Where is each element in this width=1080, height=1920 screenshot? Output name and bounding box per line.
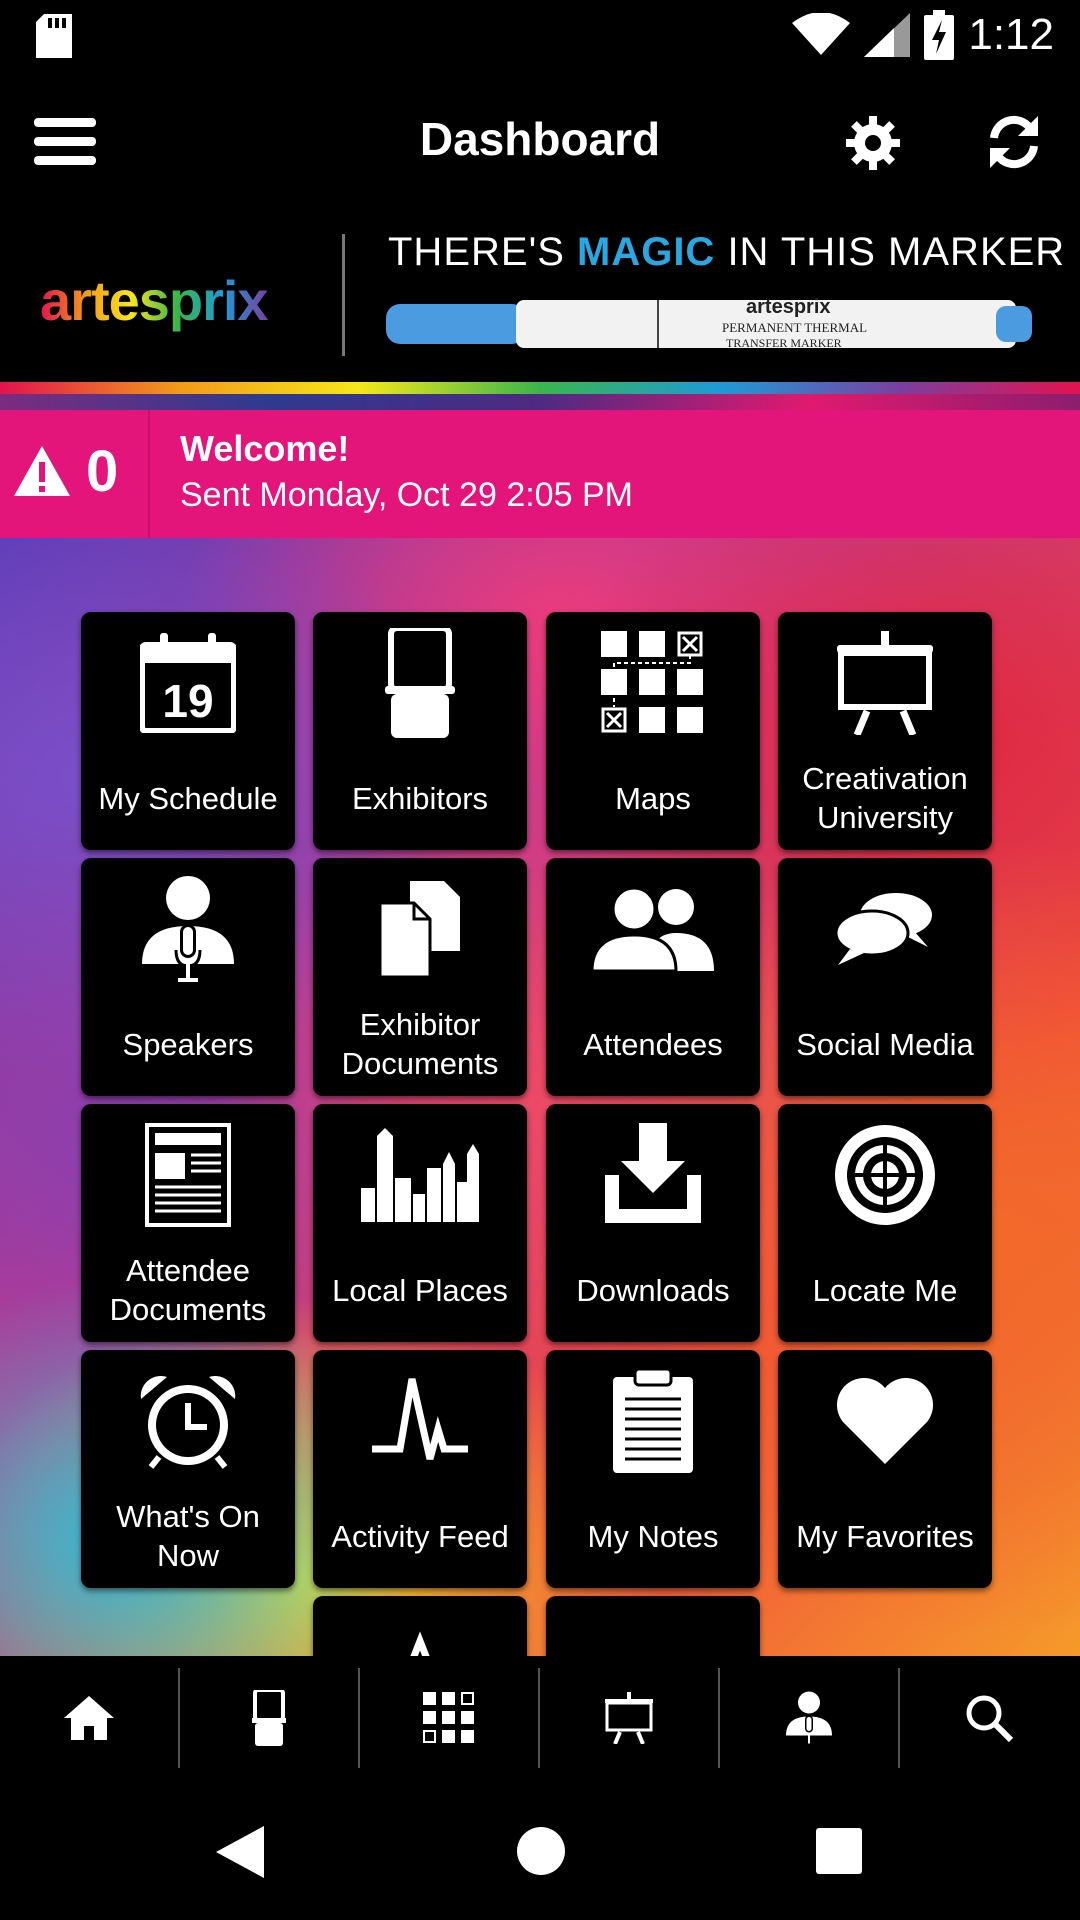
marker-line2: TRANSFER MARKER bbox=[726, 336, 842, 350]
tile-partial-2[interactable] bbox=[546, 1596, 760, 1656]
page-title: Dashboard bbox=[419, 113, 661, 165]
tile-maps[interactable]: Maps bbox=[546, 612, 760, 850]
tile-exhibitor-documents[interactable]: Exhibitor Documents bbox=[313, 858, 527, 1096]
tile-label: My Notes bbox=[587, 1518, 719, 1554]
partial-icon bbox=[410, 1631, 430, 1656]
booth-icon bbox=[385, 628, 455, 738]
alarm-clock-icon bbox=[140, 1376, 236, 1469]
tile-attendee-documents[interactable]: Attendee Documents bbox=[81, 1104, 295, 1342]
speaker-mic-icon bbox=[142, 876, 234, 982]
calendar-day: 19 bbox=[162, 675, 213, 727]
clipboard-icon bbox=[613, 1369, 693, 1473]
back-icon[interactable] bbox=[216, 1826, 264, 1878]
refresh-icon[interactable] bbox=[986, 114, 1042, 170]
tile-creativation-university[interactable]: Creativation University bbox=[778, 612, 992, 850]
tile-label: Exhibitors bbox=[351, 780, 489, 816]
partial-icon bbox=[605, 1619, 701, 1656]
tile-whats-on-now[interactable]: What's On Now bbox=[81, 1350, 295, 1588]
tile-label: What's On Now bbox=[116, 1499, 260, 1573]
marker-line1: PERMANENT THERMAL bbox=[722, 320, 868, 335]
system-nav-bar bbox=[0, 1780, 1080, 1920]
tile-label: Creativation University bbox=[802, 761, 968, 835]
signal-icon bbox=[864, 13, 911, 57]
easel-icon bbox=[605, 1692, 653, 1744]
nav-exhibitors[interactable] bbox=[180, 1656, 358, 1780]
marker-brand: artesprix bbox=[746, 296, 831, 318]
tile-attendees[interactable]: Attendees bbox=[546, 858, 760, 1096]
tile-label: Social Media bbox=[796, 1026, 974, 1062]
tile-label: Locate Me bbox=[812, 1272, 958, 1308]
map-grid-icon bbox=[601, 631, 703, 733]
tile-locate-me[interactable]: Locate Me bbox=[778, 1104, 992, 1342]
heart-icon bbox=[837, 1378, 933, 1464]
nav-university[interactable] bbox=[540, 1656, 718, 1780]
notification-banner[interactable]: 0 Welcome! Sent Monday, Oct 29 2:05 PM bbox=[0, 410, 1080, 538]
tile-exhibitors[interactable]: Exhibitors bbox=[313, 612, 527, 850]
home-circle-icon[interactable] bbox=[516, 1826, 566, 1876]
alert-subtitle: Sent Monday, Oct 29 2:05 PM bbox=[180, 476, 633, 514]
chat-bubbles-icon bbox=[836, 893, 932, 965]
home-icon bbox=[64, 1696, 114, 1740]
tile-label: Attendees bbox=[583, 1026, 723, 1062]
tile-label: Speakers bbox=[122, 1026, 254, 1062]
easel-icon bbox=[837, 631, 933, 735]
tile-my-favorites[interactable]: My Favorites bbox=[778, 1350, 992, 1588]
gear-icon[interactable] bbox=[846, 116, 900, 170]
pulse-icon bbox=[372, 1378, 468, 1460]
speaker-mic-icon bbox=[786, 1691, 832, 1744]
color-strip bbox=[0, 394, 1080, 410]
tile-my-schedule[interactable]: 19 My Schedule bbox=[81, 612, 295, 850]
wifi-icon bbox=[792, 13, 851, 55]
calendar-icon: 19 bbox=[140, 633, 236, 733]
nav-maps[interactable] bbox=[360, 1656, 538, 1780]
tile-partial-1[interactable] bbox=[313, 1596, 527, 1656]
battery-charging-icon bbox=[924, 10, 955, 60]
download-icon bbox=[605, 1123, 701, 1223]
nav-speakers[interactable] bbox=[720, 1656, 898, 1780]
warning-icon bbox=[14, 446, 70, 496]
banner-divider bbox=[342, 234, 345, 356]
booth-icon bbox=[252, 1690, 286, 1746]
tile-social-media[interactable]: Social Media bbox=[778, 858, 992, 1096]
tile-activity-feed[interactable]: Activity Feed bbox=[313, 1350, 527, 1588]
bottom-nav bbox=[0, 1656, 1080, 1780]
nav-search[interactable] bbox=[900, 1656, 1078, 1780]
alert-count: 0 bbox=[86, 439, 119, 504]
tile-label: Attendee Documents bbox=[109, 1253, 267, 1327]
marker-image: artesprix PERMANENT THERMAL TRANSFER MAR… bbox=[386, 294, 1036, 354]
status-bar: 1:12 bbox=[0, 0, 1080, 72]
app-bar: Dashboard bbox=[0, 72, 1080, 212]
tile-label: Local Places bbox=[332, 1272, 508, 1308]
status-time: 1:12 bbox=[968, 10, 1054, 59]
tile-label: Downloads bbox=[576, 1272, 730, 1308]
tile-speakers[interactable]: Speakers bbox=[81, 858, 295, 1096]
newspaper-icon bbox=[145, 1123, 231, 1227]
map-grid-icon bbox=[423, 1692, 474, 1743]
tile-my-notes[interactable]: My Notes bbox=[546, 1350, 760, 1588]
dashboard-background: 19 My Schedule Exhibitors Maps Creativat… bbox=[0, 538, 1080, 1656]
artesprix-logo: artesprix bbox=[40, 269, 269, 332]
tile-label: My Favorites bbox=[796, 1518, 974, 1554]
tile-local-places[interactable]: Local Places bbox=[313, 1104, 527, 1342]
documents-icon bbox=[380, 881, 460, 977]
tile-label: Exhibitor Documents bbox=[341, 1007, 499, 1081]
tile-label: Activity Feed bbox=[331, 1518, 509, 1554]
rainbow-stripe bbox=[0, 382, 1080, 394]
tile-downloads[interactable]: Downloads bbox=[546, 1104, 760, 1342]
banner-tagline: THERE'S MAGIC IN THIS MARKER bbox=[388, 230, 1066, 274]
city-skyline-icon bbox=[361, 1128, 479, 1222]
target-icon bbox=[835, 1125, 935, 1225]
alert-title: Welcome! bbox=[180, 428, 350, 469]
tile-label: Maps bbox=[615, 780, 691, 816]
search-icon bbox=[966, 1695, 1013, 1742]
recents-icon[interactable] bbox=[816, 1828, 862, 1874]
nav-home[interactable] bbox=[0, 1656, 178, 1780]
people-icon bbox=[592, 887, 714, 971]
tile-label: My Schedule bbox=[98, 780, 278, 816]
alert-count-box: 0 bbox=[0, 410, 150, 538]
sponsor-banner[interactable]: artesprix THERE'S MAGIC IN THIS MARKER a… bbox=[0, 212, 1080, 382]
sd-card-icon bbox=[36, 14, 72, 58]
